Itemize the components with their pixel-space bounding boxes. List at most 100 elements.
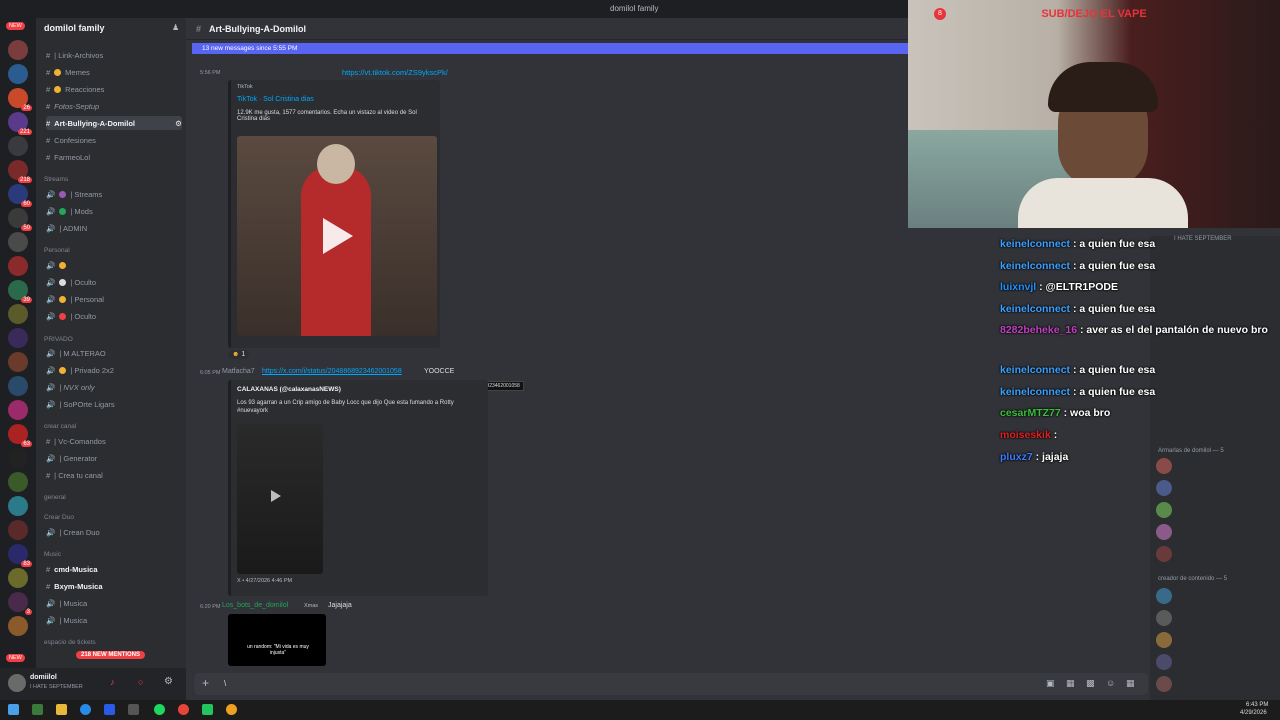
app-icon[interactable]	[202, 704, 213, 715]
emoji-picker-icon[interactable]: ☺	[1106, 678, 1115, 688]
server-icon[interactable]	[8, 304, 28, 324]
server-icon[interactable]: 39	[8, 280, 32, 303]
composer-input[interactable]: \	[224, 679, 226, 688]
apps-icon[interactable]: ▦	[1126, 678, 1135, 689]
server-icon[interactable]	[8, 64, 28, 84]
channel-item[interactable]: # Memes	[46, 65, 182, 79]
category-general[interactable]: general	[44, 494, 66, 501]
folder-icon[interactable]	[56, 704, 67, 715]
server-icon[interactable]: 3	[8, 592, 32, 615]
terminal-icon[interactable]	[32, 704, 43, 715]
reaction-chip[interactable]: ☻ 1	[228, 350, 250, 359]
embed-hashtag[interactable]: #nuevayork	[237, 408, 268, 414]
sticker-icon[interactable]: ▩	[1086, 678, 1095, 689]
gif-icon[interactable]: ▦	[1066, 678, 1075, 689]
category-crear-duo[interactable]: Crear Duo	[44, 514, 74, 521]
embed-author[interactable]: CALAXANAS (@calaxanasNEWS)	[237, 386, 341, 393]
play-icon[interactable]	[271, 490, 281, 502]
avatar[interactable]	[1156, 480, 1172, 496]
video-thumbnail[interactable]	[237, 424, 323, 574]
windows-start-icon[interactable]	[8, 704, 19, 715]
channel-item[interactable]: # Confesiones	[46, 133, 182, 147]
avatar[interactable]	[1156, 588, 1172, 604]
new-messages-bar[interactable]: 13 new messages since 5:55 PM	[192, 43, 908, 54]
avatar[interactable]	[1156, 632, 1172, 648]
category-music[interactable]: Music	[44, 551, 61, 558]
pen-icon[interactable]	[128, 704, 139, 715]
server-icon[interactable]	[8, 400, 28, 420]
clock-date[interactable]: 4/29/2026	[1240, 710, 1267, 716]
server-icon[interactable]	[8, 136, 28, 156]
category-crear-canal[interactable]: crear canal	[44, 423, 76, 430]
channel-item[interactable]: # FarmeoLol	[46, 150, 182, 164]
server-icon[interactable]	[8, 616, 28, 636]
channel-item[interactable]: 🔊 | Mods	[46, 204, 182, 218]
channel-item[interactable]: 🔊 | NVX only	[46, 380, 182, 394]
app-icon[interactable]	[226, 704, 237, 715]
avatar[interactable]	[1156, 524, 1172, 540]
server-icon[interactable]: 26	[8, 88, 32, 111]
channel-item[interactable]: 🔊 | ADMIN	[46, 221, 182, 235]
server-icon[interactable]: 50	[8, 208, 32, 231]
avatar[interactable]	[1156, 502, 1172, 518]
channel-item[interactable]: 🔊 | Streams	[46, 187, 182, 201]
play-icon[interactable]	[323, 218, 353, 254]
avatar[interactable]	[1156, 676, 1172, 692]
category-privado[interactable]: PRIVADO	[44, 336, 73, 343]
edge-icon[interactable]	[80, 704, 91, 715]
message-author[interactable]: Los_bots_de_domilol	[222, 602, 288, 609]
message-link[interactable]: https://vt.tiktok.com/ZS9ykscPk/	[342, 68, 448, 77]
channel-item[interactable]: # | Crea tu canal	[46, 468, 182, 482]
channel-item[interactable]: # Reacciones	[46, 82, 182, 96]
server-icon[interactable]	[8, 256, 28, 276]
channel-item[interactable]: # Bxym-Musica	[46, 579, 182, 593]
avatar[interactable]	[1156, 610, 1172, 626]
server-icon[interactable]: 60	[8, 184, 32, 207]
server-icon[interactable]	[8, 328, 28, 348]
server-icon[interactable]	[8, 448, 28, 468]
server-icon[interactable]: 218	[8, 160, 32, 183]
server-icon[interactable]	[8, 40, 28, 60]
server-icon[interactable]	[8, 352, 28, 372]
gear-icon[interactable]: ⚙	[164, 676, 173, 687]
channel-item[interactable]: 🔊 | Personal	[46, 292, 182, 306]
store-icon[interactable]	[104, 704, 115, 715]
channel-item-active[interactable]: # Art-Bullying-A-Domilol ⚙	[46, 116, 182, 130]
server-icon[interactable]	[8, 472, 28, 492]
server-icon[interactable]	[8, 232, 28, 252]
avatar[interactable]	[1156, 654, 1172, 670]
channel-item[interactable]: 🔊 | Privado 2x2	[46, 363, 182, 377]
category-personal[interactable]: Personal	[44, 247, 70, 254]
message-image[interactable]: un random: "Mi vida es muy injusta"	[228, 614, 326, 666]
channel-item[interactable]: # | Vc-Comandos	[46, 434, 182, 448]
server-icon[interactable]	[8, 376, 28, 396]
channel-item[interactable]: # | Link-Archivos	[46, 48, 182, 62]
server-icon[interactable]	[8, 496, 28, 516]
channel-item[interactable]: 🔊 | SoPOrte Ligars	[46, 397, 182, 411]
server-icon[interactable]	[8, 520, 28, 540]
clock-time[interactable]: 6:43 PM	[1246, 702, 1268, 708]
category-streams[interactable]: Streams	[44, 176, 68, 183]
category-tickets[interactable]: espacio de tickets	[44, 639, 96, 646]
mentions-pill[interactable]: 218 NEW MENTIONS	[76, 651, 146, 659]
channel-item[interactable]: 🔊 | Musica	[46, 613, 182, 627]
message-author[interactable]: Matfacha7	[222, 368, 255, 375]
video-thumbnail[interactable]	[237, 136, 437, 336]
channel-item[interactable]: 🔊	[46, 258, 182, 272]
channel-item[interactable]: 🔊 | Crean Duo	[46, 525, 182, 539]
message-composer[interactable]: + \ ▣ ▦ ▩ ☺ ▦	[194, 673, 1148, 695]
headset-muted-icon[interactable]: ○	[138, 677, 143, 687]
channel-item[interactable]: 🔊 | Generator	[46, 451, 182, 465]
avatar[interactable]	[8, 674, 26, 692]
message-link[interactable]: https://x.com/i/status/20488689234620010…	[262, 368, 402, 375]
embed-title[interactable]: TikTok · Sol Cristina dias	[237, 96, 314, 103]
channel-item[interactable]: 🔊 | M ALTERAO	[46, 346, 182, 360]
mic-muted-icon[interactable]: ♪	[110, 677, 115, 687]
add-attachment-icon[interactable]: +	[202, 676, 209, 690]
chrome-icon[interactable]	[178, 704, 189, 715]
server-icon[interactable]: 63	[8, 424, 32, 447]
gift-icon[interactable]: ▣	[1046, 678, 1055, 689]
settings-icon[interactable]: ⚙	[175, 119, 182, 128]
channel-item[interactable]: # Fotos-Septup	[46, 99, 182, 113]
channel-item[interactable]: 🔊 | Oculto	[46, 309, 182, 323]
